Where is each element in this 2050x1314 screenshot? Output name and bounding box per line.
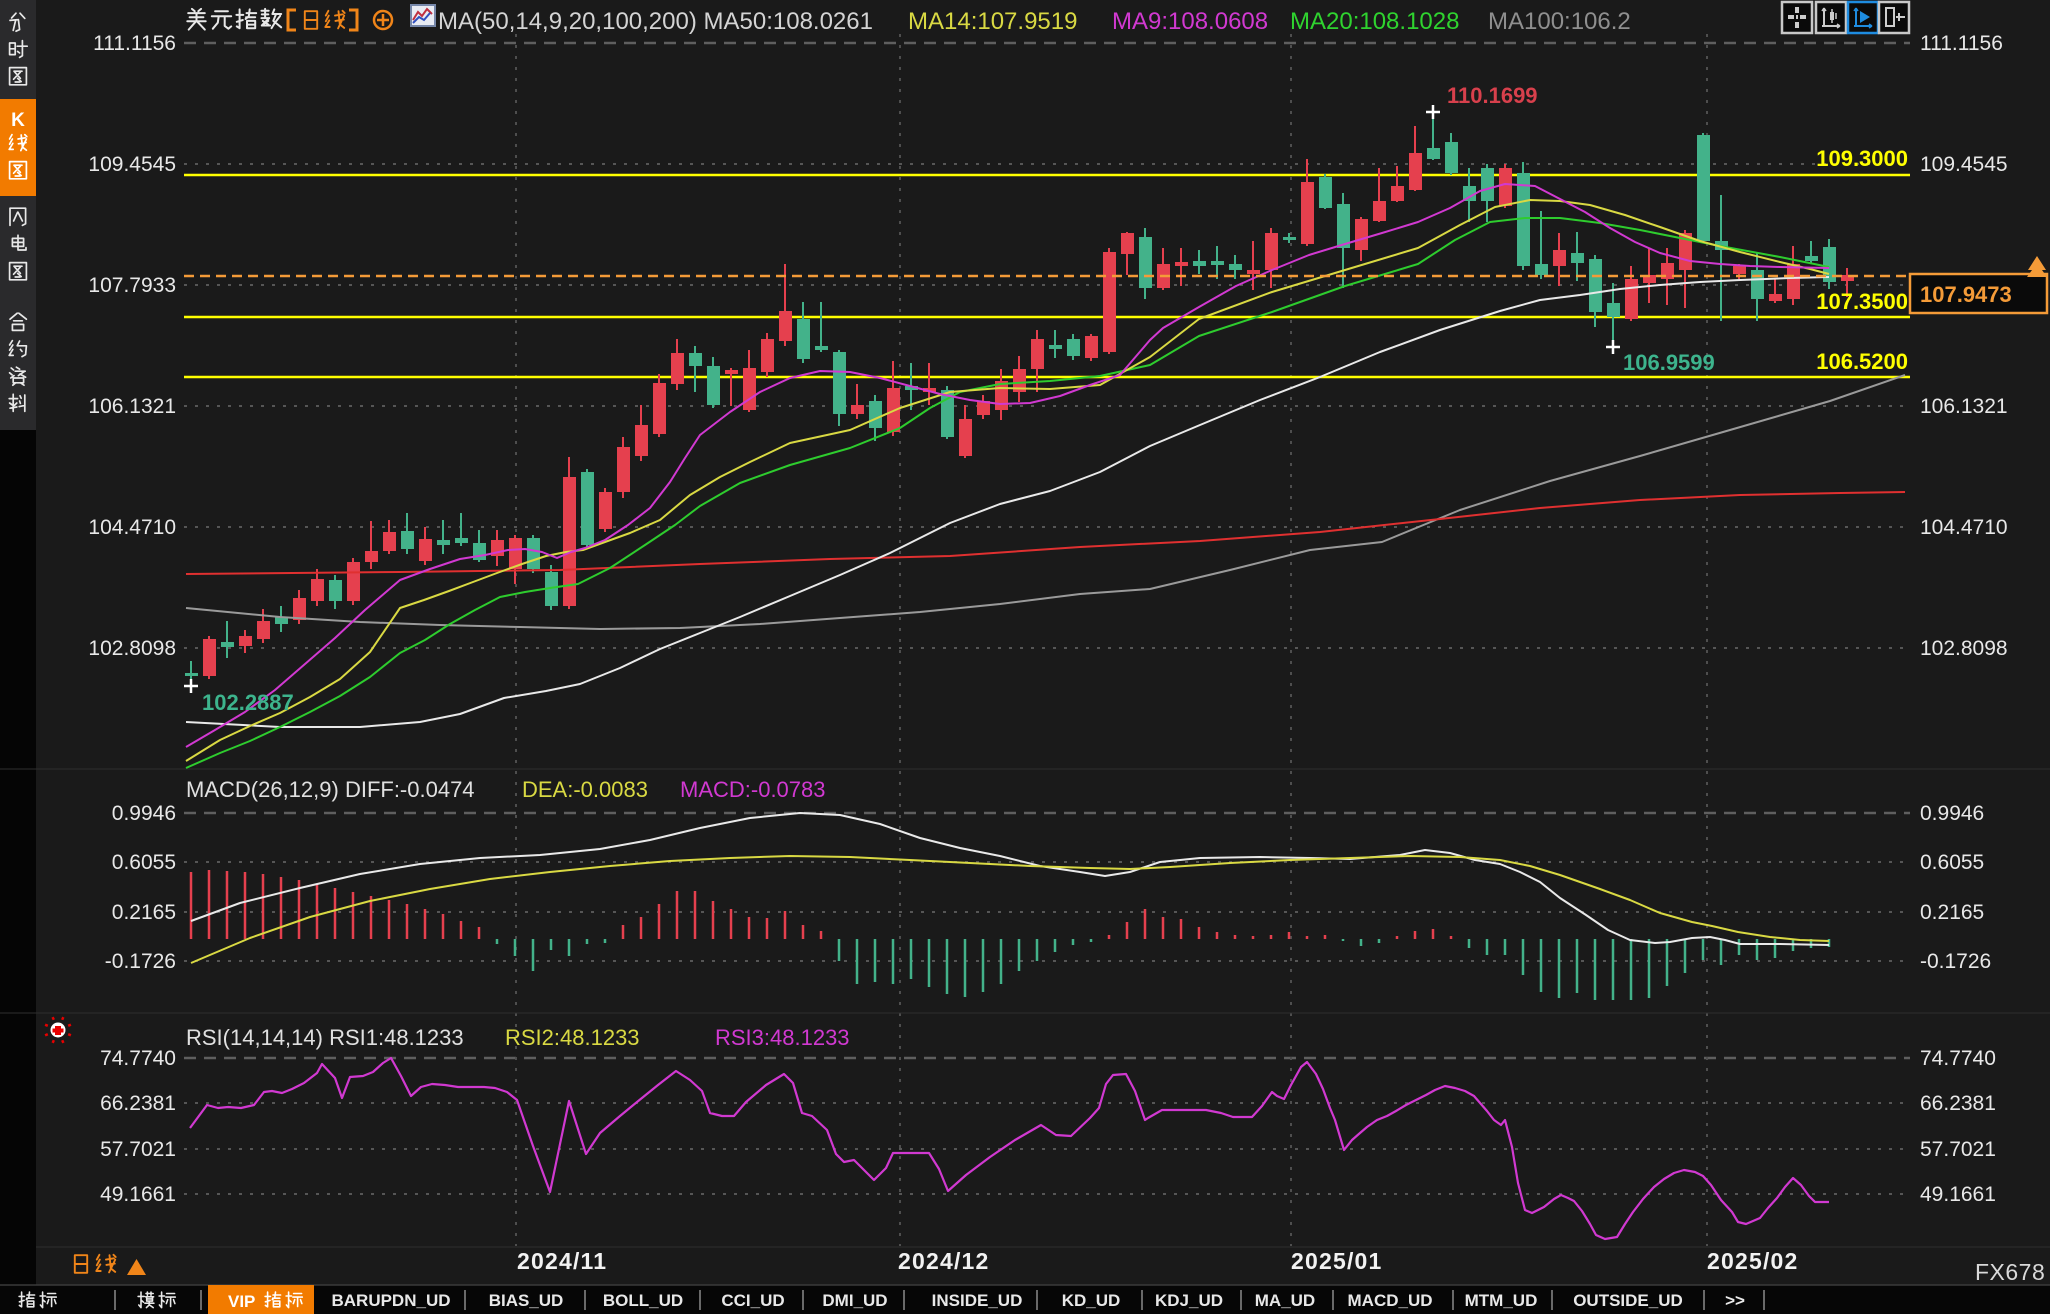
svg-text:FX678: FX678 [1975,1259,2045,1285]
svg-text:RSI(14,14,14) RSI1:48.1233: RSI(14,14,14) RSI1:48.1233 [186,1025,464,1050]
svg-text:BOLL_UD: BOLL_UD [603,1291,683,1310]
svg-text:102.8098: 102.8098 [1920,637,2008,660]
svg-text:74.7740: 74.7740 [1920,1047,1996,1070]
svg-text:MACD(26,12,9) DIFF:-0.0474: MACD(26,12,9) DIFF:-0.0474 [186,777,475,802]
svg-text:0.2165: 0.2165 [1920,901,1984,924]
svg-text:111.1156: 111.1156 [93,32,176,55]
svg-text:102.2887: 102.2887 [202,690,294,715]
svg-text:-0.1726: -0.1726 [105,950,176,973]
svg-text:MTM_UD: MTM_UD [1465,1291,1538,1310]
svg-text:OUTSIDE_UD: OUTSIDE_UD [1573,1291,1683,1310]
svg-text:BIAS_UD: BIAS_UD [489,1291,564,1310]
svg-text:106.9599: 106.9599 [1623,350,1715,375]
svg-text:INSIDE_UD: INSIDE_UD [932,1291,1023,1310]
svg-text:2024/11: 2024/11 [517,1248,607,1274]
svg-text:MA_UD: MA_UD [1255,1291,1315,1310]
svg-text:66.2381: 66.2381 [100,1092,176,1115]
svg-text:2025/01: 2025/01 [1291,1248,1383,1274]
svg-text:KDJ_UD: KDJ_UD [1155,1291,1223,1310]
svg-text:107.3500: 107.3500 [1816,289,1908,314]
svg-text:MA100:106.2: MA100:106.2 [1488,8,1631,35]
svg-text:RSI2:48.1233: RSI2:48.1233 [505,1025,640,1050]
svg-text:109.4545: 109.4545 [88,153,176,176]
svg-text:111.1156: 111.1156 [1920,32,2003,55]
svg-text:57.7021: 57.7021 [1920,1138,1996,1161]
svg-text:MACD:-0.0783: MACD:-0.0783 [680,777,826,802]
svg-text:66.2381: 66.2381 [1920,1092,1996,1115]
svg-text:0.6055: 0.6055 [1920,851,1984,874]
svg-text:74.7740: 74.7740 [100,1047,176,1070]
svg-text:104.4710: 104.4710 [88,516,176,539]
svg-text:102.8098: 102.8098 [88,637,176,660]
svg-text:0.6055: 0.6055 [112,851,176,874]
svg-text:DEA:-0.0083: DEA:-0.0083 [522,777,648,802]
svg-text:109.4545: 109.4545 [1920,153,2008,176]
svg-text:BARUPDN_UD: BARUPDN_UD [331,1291,450,1310]
svg-text:-0.1726: -0.1726 [1920,950,1991,973]
svg-text:VIP: VIP [228,1292,255,1311]
svg-text:DMI_UD: DMI_UD [822,1291,887,1310]
svg-text:MA(50,14,9,20,100,200) MA50:10: MA(50,14,9,20,100,200) MA50:108.0261 [438,8,873,35]
svg-text:MA9:108.0608: MA9:108.0608 [1112,8,1268,35]
svg-text:107.9473: 107.9473 [1920,282,2012,307]
svg-text:KD_UD: KD_UD [1062,1291,1121,1310]
svg-text:2025/02: 2025/02 [1707,1248,1799,1274]
svg-text:106.1321: 106.1321 [1920,395,2008,418]
svg-text:MACD_UD: MACD_UD [1348,1291,1433,1310]
svg-text:CCI_UD: CCI_UD [721,1291,784,1310]
svg-text:0.9946: 0.9946 [1920,802,1984,825]
svg-text:109.3000: 109.3000 [1816,146,1908,171]
svg-text:K: K [11,110,25,131]
svg-text:104.4710: 104.4710 [1920,516,2008,539]
svg-text:110.1699: 110.1699 [1447,83,1538,108]
svg-text:RSI3:48.1233: RSI3:48.1233 [715,1025,850,1050]
svg-text:106.5200: 106.5200 [1816,349,1908,374]
svg-text:0.9946: 0.9946 [112,802,176,825]
svg-text:>>: >> [1725,1291,1745,1310]
svg-text:57.7021: 57.7021 [100,1138,176,1161]
svg-text:MA14:107.9519: MA14:107.9519 [908,8,1077,35]
svg-text:2024/12: 2024/12 [898,1248,990,1274]
svg-text:MA20:108.1028: MA20:108.1028 [1290,8,1459,35]
svg-text:106.1321: 106.1321 [88,395,176,418]
svg-text:49.1661: 49.1661 [1920,1183,1996,1206]
svg-text:0.2165: 0.2165 [112,901,176,924]
svg-text:49.1661: 49.1661 [100,1183,176,1206]
svg-text:107.7933: 107.7933 [88,274,176,297]
